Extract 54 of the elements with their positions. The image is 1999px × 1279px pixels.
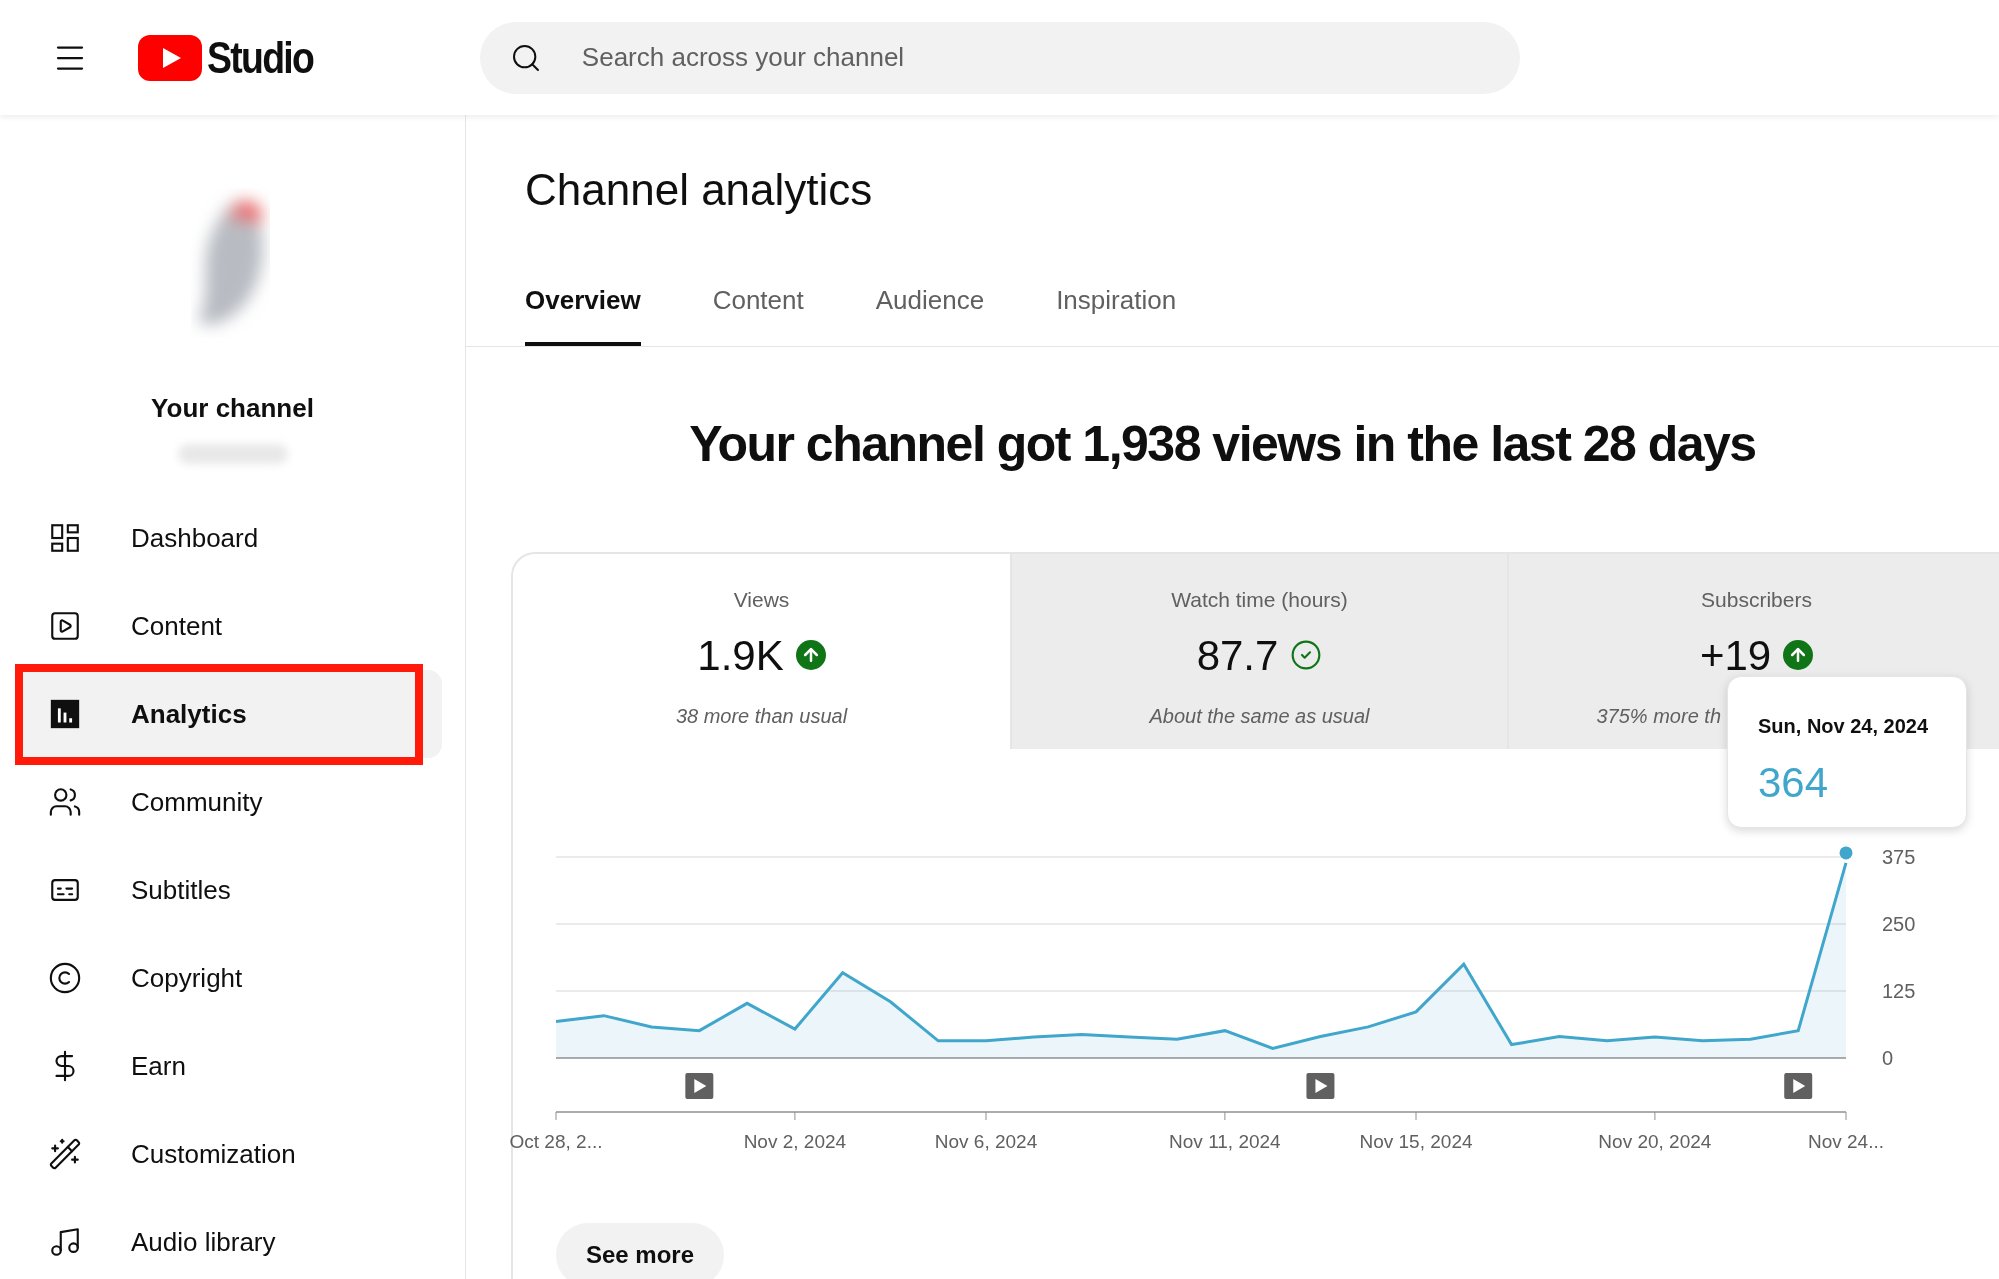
y-tick-label: 375 [1882, 846, 1916, 868]
page-title: Channel analytics [525, 164, 874, 216]
dashboard-icon [48, 521, 82, 555]
metric-note: About the same as usual [1149, 703, 1370, 729]
headline: Your channel got 1,938 views in the last 28 days [688, 415, 1757, 474]
tooltip-date: Sun, Nov 24, 2024 [1758, 714, 1930, 739]
metric-label: Watch time (hours) [1171, 587, 1348, 613]
tab[interactable]: Audience [875, 281, 985, 346]
metric-label: Views [733, 587, 790, 613]
logo-text: Studio [207, 31, 314, 84]
tab[interactable]: Inspiration [1056, 281, 1177, 346]
metric-note: 38 more than usual [675, 703, 848, 729]
play-logo-icon [138, 34, 202, 81]
x-tick-label: Nov 6, 2024 [934, 1131, 1038, 1152]
nav-item[interactable]: Subtitles [15, 846, 442, 934]
highlighted-point [1839, 846, 1853, 860]
copyright-icon [48, 961, 82, 995]
video-marker-icon[interactable] [685, 1073, 714, 1099]
metric-card[interactable]: Watch time (hours) 87.7 About the same as usual [1010, 554, 1507, 749]
see-more-button[interactable]: See more [556, 1223, 724, 1279]
tab[interactable]: Overview [525, 281, 641, 346]
nav-item[interactable]: Dashboard [15, 494, 442, 582]
x-tick-label: Nov 11, 2024 [1169, 1131, 1281, 1152]
search-field[interactable]: Search across your channel [479, 21, 1520, 94]
nav-item[interactable]: Earn [15, 1022, 442, 1110]
video-marker-icon[interactable] [1306, 1073, 1335, 1099]
y-tick-label: 250 [1882, 913, 1916, 935]
magic-wand-icon [48, 1137, 82, 1171]
channel-label: Your channel [151, 392, 314, 425]
video-marker-icon[interactable] [1784, 1073, 1813, 1099]
x-tick-label: Nov 20, 2024 [1598, 1131, 1712, 1152]
nav-item[interactable]: Customization [15, 1110, 442, 1198]
bar-chart-icon [48, 697, 82, 731]
metric-label: Subscribers [1701, 587, 1812, 613]
nav-item[interactable]: Content [15, 582, 442, 670]
x-tick-label: Oct 28, 2... [510, 1131, 603, 1152]
metric-value: 1.9K [697, 630, 784, 681]
check-circle-icon [1290, 639, 1323, 671]
nav-item[interactable]: Copyright [15, 934, 442, 1022]
people-icon [48, 785, 82, 819]
metric-value: +19 [1699, 630, 1772, 681]
y-tick-label: 125 [1882, 980, 1916, 1002]
tooltip-value: 364 [1758, 758, 1830, 808]
video-icon [48, 609, 82, 643]
metric-note: 375% more th [1596, 703, 1721, 729]
tab[interactable]: Content [712, 281, 804, 346]
x-tick-label: Nov 15, 2024 [1359, 1131, 1473, 1152]
music-note-icon [48, 1225, 82, 1259]
x-tick-label: Nov 24... [1808, 1131, 1884, 1152]
nav-item[interactable]: Audio library [15, 1198, 442, 1279]
y-tick-label: 0 [1882, 1047, 1894, 1069]
x-tick-label: Nov 2, 2024 [743, 1131, 847, 1152]
nav-item[interactable]: Community [15, 758, 442, 846]
metric-value: 87.7 [1196, 630, 1279, 681]
